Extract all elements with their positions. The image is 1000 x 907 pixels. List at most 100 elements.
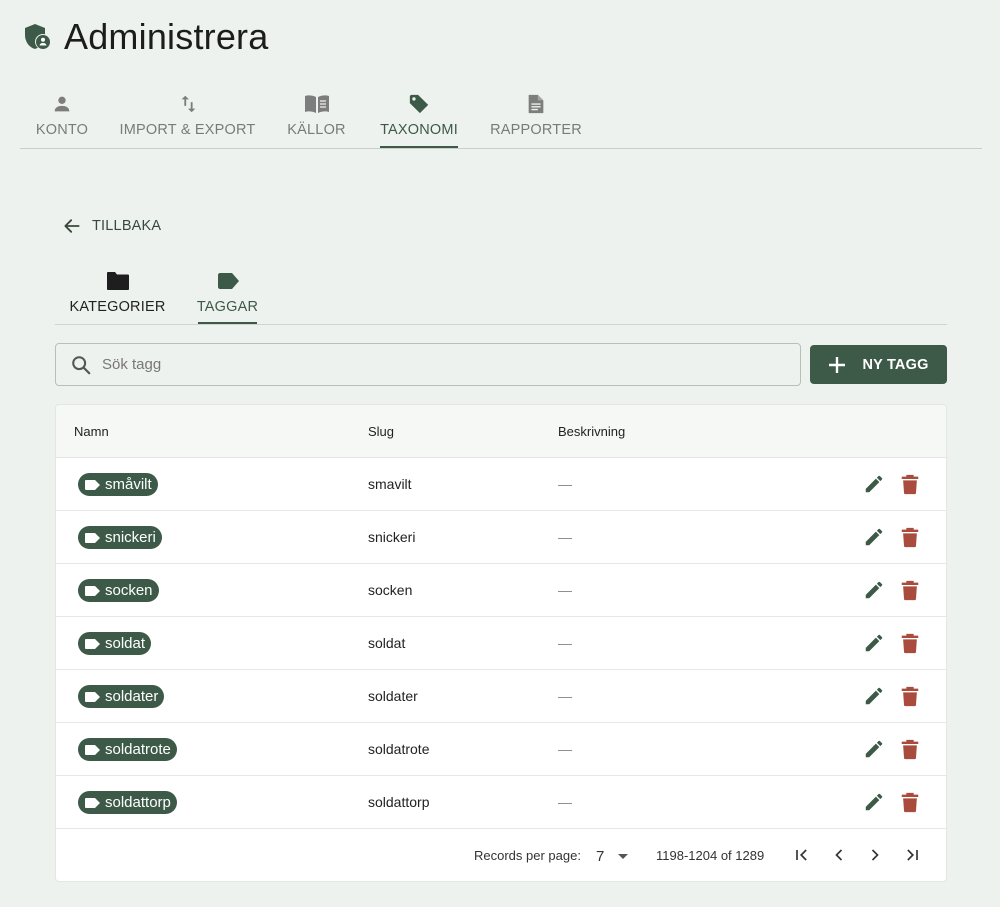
tag-slug: soldattorp	[368, 794, 430, 810]
tab-taggar[interactable]: TAGGAR	[197, 266, 258, 324]
tag-slug: smavilt	[368, 476, 412, 492]
edit-tag-button[interactable]	[862, 737, 886, 761]
tag-description: —	[558, 529, 572, 545]
tag-slug: snickeri	[368, 529, 416, 545]
new-tag-button[interactable]: NY TAGG	[810, 345, 947, 384]
tag-icon	[409, 94, 429, 114]
first-page-icon	[796, 849, 807, 861]
delete-tag-button[interactable]	[898, 631, 922, 655]
delete-tag-button[interactable]	[898, 472, 922, 496]
table-row: soldattorp soldattorp —	[56, 776, 946, 829]
sub-tab-bar: KATEGORIER TAGGAR	[55, 266, 947, 325]
tag-chip[interactable]: soldat	[78, 632, 152, 655]
page-range: 1198-1204 of 1289	[656, 848, 765, 863]
table-row: socken socken —	[56, 564, 946, 617]
back-button[interactable]: TILLBAKA	[62, 216, 161, 236]
tag-chip[interactable]: snickeri	[78, 526, 162, 549]
delete-tag-button[interactable]	[898, 525, 922, 549]
edit-tag-button[interactable]	[862, 578, 886, 602]
edit-tag-button[interactable]	[862, 684, 886, 708]
table-row: soldater soldater —	[56, 670, 946, 723]
edit-icon	[865, 740, 883, 758]
trash-icon	[901, 739, 919, 760]
pagination: Records per page: 7 1198-1204 of 1289	[56, 829, 946, 881]
edit-icon	[865, 581, 883, 599]
tab-import-export-label: IMPORT & EXPORT	[119, 122, 256, 138]
tag-chip[interactable]: soldatrote	[78, 738, 177, 761]
table-row: soldat soldat —	[56, 617, 946, 670]
delete-tag-button[interactable]	[898, 737, 922, 761]
tag-chip[interactable]: soldattorp	[78, 791, 177, 814]
tab-rapporter[interactable]: RAPPORTER	[490, 88, 582, 148]
edit-icon	[865, 475, 883, 493]
tab-rapporter-label: RAPPORTER	[490, 122, 582, 138]
tab-import-export[interactable]: IMPORT & EXPORT	[119, 88, 256, 148]
tag-icon	[85, 744, 100, 755]
table-row: småvilt smavilt —	[56, 458, 946, 511]
book-icon	[304, 95, 329, 113]
edit-tag-button[interactable]	[862, 525, 886, 549]
trash-icon	[901, 474, 919, 495]
tab-kategorier[interactable]: KATEGORIER	[70, 266, 165, 324]
tag-icon	[85, 797, 100, 808]
tab-kallor-label: KÄLLOR	[287, 122, 346, 138]
table-header: Namn Slug Beskrivning	[56, 405, 946, 458]
edit-tag-button[interactable]	[862, 631, 886, 655]
first-page-button[interactable]	[790, 843, 814, 867]
tag-icon	[85, 479, 100, 490]
edit-icon	[865, 634, 883, 652]
app-header: Administrera	[22, 16, 268, 58]
tag-chip[interactable]: socken	[78, 579, 159, 602]
tag-icon	[85, 691, 100, 702]
tag-description: —	[558, 635, 572, 651]
delete-tag-button[interactable]	[898, 684, 922, 708]
tag-name: soldater	[105, 688, 159, 705]
previous-page-button[interactable]	[827, 843, 851, 867]
tab-taxonomi[interactable]: TAXONOMI	[380, 88, 458, 148]
rows-per-page-select[interactable]: 7	[596, 842, 634, 870]
chevron-right-icon	[871, 849, 879, 861]
page-title: Administrera	[64, 16, 269, 57]
trash-icon	[901, 686, 919, 707]
last-page-button[interactable]	[900, 843, 924, 867]
delete-tag-button[interactable]	[898, 578, 922, 602]
tag-name: soldattorp	[105, 794, 171, 811]
column-header-name[interactable]: Namn	[74, 424, 109, 439]
tab-konto[interactable]: KONTO	[35, 88, 89, 148]
tag-name: småvilt	[105, 476, 152, 493]
column-header-description[interactable]: Beskrivning	[558, 424, 625, 439]
tag-icon	[217, 273, 239, 289]
column-header-slug[interactable]: Slug	[368, 424, 394, 439]
tag-chip[interactable]: småvilt	[78, 473, 158, 496]
arrow-left-icon	[64, 219, 80, 233]
trash-icon	[901, 633, 919, 654]
tag-slug: soldater	[368, 688, 418, 704]
last-page-icon	[907, 849, 918, 861]
tag-slug: soldatrote	[368, 741, 430, 757]
new-tag-label: NY TAGG	[862, 356, 929, 373]
back-label: TILLBAKA	[92, 218, 162, 234]
search-input[interactable]	[102, 356, 702, 373]
swap-vert-icon	[181, 95, 195, 113]
delete-tag-button[interactable]	[898, 790, 922, 814]
tab-konto-label: KONTO	[35, 122, 89, 138]
tab-kallor[interactable]: KÄLLOR	[287, 88, 346, 148]
admin-shield-icon	[25, 24, 50, 49]
trash-icon	[901, 792, 919, 813]
tag-name: socken	[105, 582, 153, 599]
edit-tag-button[interactable]	[862, 472, 886, 496]
tag-name: snickeri	[105, 529, 156, 546]
rows-per-page-label: Records per page:	[474, 848, 581, 863]
search-icon	[72, 355, 91, 374]
next-page-button[interactable]	[863, 843, 887, 867]
tag-icon	[85, 532, 100, 543]
tag-description: —	[558, 794, 572, 810]
edit-tag-button[interactable]	[862, 790, 886, 814]
tag-chip[interactable]: soldater	[78, 685, 165, 708]
tag-icon	[85, 585, 100, 596]
folder-icon	[106, 272, 129, 290]
tag-name: soldatrote	[105, 741, 171, 758]
table-row: soldatrote soldatrote —	[56, 723, 946, 776]
tag-slug: socken	[368, 582, 413, 598]
search-field[interactable]	[55, 343, 801, 386]
